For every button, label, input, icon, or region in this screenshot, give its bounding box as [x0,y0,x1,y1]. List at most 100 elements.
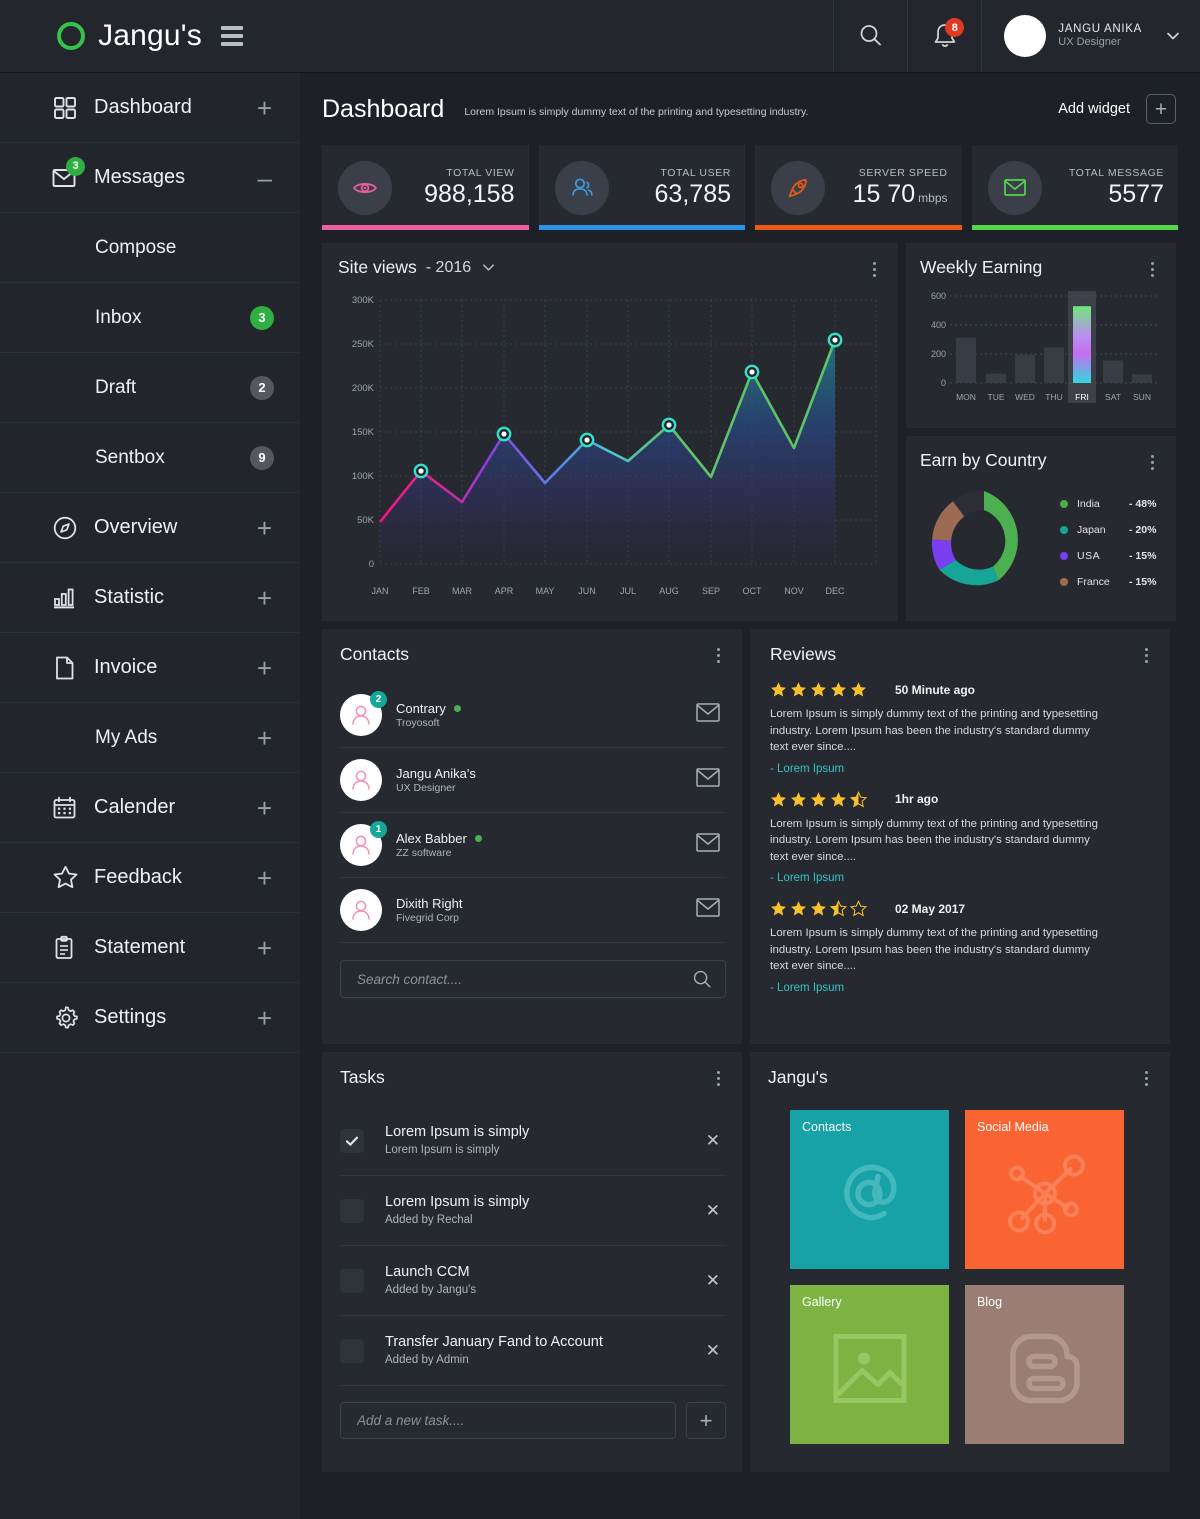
expand-toggle[interactable]: + [257,585,272,611]
expand-toggle[interactable]: + [257,865,272,891]
task-row[interactable]: Launch CCM Added by Jangu's ✕ [340,1246,726,1316]
svg-text:0: 0 [369,559,374,570]
contact-row[interactable]: 2 Contrary Troyosoft [340,683,726,748]
sidebar-item-my-ads[interactable]: My Ads + [0,703,300,773]
stat-card-total-view[interactable]: TOTAL VIEW 988,158 [322,145,529,230]
close-icon[interactable]: ✕ [706,1131,726,1151]
sidebar-item-messages[interactable]: 3 Messages – [0,143,300,213]
search-contact-box[interactable] [340,960,726,998]
panel-menu-button[interactable] [866,259,882,279]
expand-toggle[interactable]: + [257,935,272,961]
task-checkbox[interactable] [340,1198,364,1223]
task-checkbox[interactable] [340,1268,364,1293]
tile-social-media[interactable]: Social Media [965,1110,1124,1269]
stat-card-total-user[interactable]: TOTAL USER 63,785 [538,145,745,230]
expand-toggle[interactable]: + [257,95,272,121]
contact-row[interactable]: Dixith Right Fivegrid Corp [340,878,726,943]
panel-menu-button[interactable] [710,1068,726,1088]
legend-value: - 48% [1129,498,1157,510]
notifications-button[interactable]: 8 [907,0,981,72]
tile-blog[interactable]: Blog [965,1285,1124,1444]
rocket-icon [771,160,825,215]
search-icon[interactable] [691,968,713,990]
close-icon[interactable]: ✕ [706,1201,726,1221]
contact-badge: 2 [370,691,387,708]
chevron-down-icon[interactable] [480,259,497,276]
brand[interactable]: Jangu's [0,0,300,72]
reviews-panel: Reviews 50 Minute ago Lorem Ipsum is sim… [750,629,1170,1044]
add-task-input[interactable] [357,1413,659,1428]
envelope-icon[interactable] [696,898,722,922]
sidebar-item-draft[interactable]: Draft 2 [0,353,300,423]
legend-label: USA [1077,550,1101,562]
legend-item-india: India - 48% [1060,491,1162,517]
legend-label: France [1077,576,1110,588]
country-legend: India - 48% Japan - 20% USA - 15% France… [1060,491,1162,595]
sidebar-item-invoice[interactable]: Invoice + [0,633,300,703]
tile-label: Gallery [802,1295,842,1309]
envelope-icon[interactable] [696,703,722,727]
review-author[interactable]: - Lorem Ipsum [770,982,1152,994]
search-button[interactable] [833,0,907,72]
sidebar-item-label: My Ads [95,726,158,748]
expand-toggle[interactable]: + [257,725,272,751]
panel-menu-button[interactable] [1138,645,1154,665]
collapse-toggle[interactable]: – [258,165,272,191]
expand-toggle[interactable]: + [257,515,272,541]
star-icon [811,791,826,807]
search-contact-input[interactable] [357,971,691,987]
svg-text:MAR: MAR [452,586,473,596]
contact-row[interactable]: Jangu Anika's UX Designer [340,748,726,813]
panel-menu-button[interactable] [1144,259,1160,279]
sidebar-item-calender[interactable]: Calender + [0,773,300,843]
add-widget-button[interactable]: + [1146,94,1176,124]
sidebar-item-statistic[interactable]: Statistic + [0,563,300,633]
envelope-icon: 3 [52,156,85,190]
close-icon[interactable]: ✕ [706,1271,726,1291]
sidebar-item-compose[interactable]: Compose [0,213,300,283]
task-row[interactable]: Transfer January Fand to Account Added b… [340,1316,726,1386]
review-author[interactable]: - Lorem Ipsum [770,872,1152,884]
add-task-row: + [340,1402,726,1439]
sidebar-item-statement[interactable]: Statement + [0,913,300,983]
contact-row[interactable]: 1 Alex Babber ZZ software [340,813,726,878]
panel-menu-button[interactable] [1144,452,1160,472]
star-icon [771,901,786,916]
sidebar-item-feedback[interactable]: Feedback + [0,843,300,913]
hamburger-icon[interactable] [220,26,243,46]
svg-text:0: 0 [941,378,946,388]
stat-accent-bar [755,225,962,230]
task-checkbox[interactable] [340,1128,364,1153]
envelope-icon[interactable] [696,768,722,792]
expand-toggle[interactable]: + [257,655,272,681]
sidebar-item-settings[interactable]: Settings + [0,983,300,1053]
sidebar-item-dashboard[interactable]: Dashboard + [0,73,300,143]
close-icon[interactable]: ✕ [706,1341,726,1361]
stat-card-total-message[interactable]: TOTAL MESSAGE 5577 [971,145,1178,230]
tile-gallery[interactable]: Gallery [790,1285,949,1444]
panel-menu-button[interactable] [710,645,726,665]
task-row[interactable]: Lorem Ipsum is simply Added by Rechal ✕ [340,1176,726,1246]
panel-menu-button[interactable] [1138,1068,1154,1088]
task-row[interactable]: Lorem Ipsum is simply Lorem Ipsum is sim… [340,1106,726,1176]
expand-toggle[interactable]: + [257,1005,272,1031]
rating-stars [770,900,867,917]
add-task-field[interactable] [340,1402,676,1439]
task-checkbox[interactable] [340,1338,364,1363]
contact-org: ZZ software [396,846,452,859]
sidebar-item-inbox[interactable]: Inbox 3 [0,283,300,353]
expand-toggle[interactable]: + [257,795,272,821]
review-author[interactable]: - Lorem Ipsum [770,763,1152,775]
panel-title: Reviews [770,644,837,664]
sidebar-item-label: Draft [95,376,137,398]
add-widget-label[interactable]: Add widget [1058,101,1130,117]
sidebar-item-overview[interactable]: Overview + [0,493,300,563]
add-task-button[interactable]: + [686,1402,726,1439]
tile-contacts[interactable]: Contacts [790,1110,949,1269]
chevron-down-icon[interactable] [1164,27,1182,45]
stat-accent-bar [538,225,745,230]
envelope-icon[interactable] [696,833,722,857]
user-profile-menu[interactable]: JANGU ANIKA UX Designer [981,0,1200,72]
sidebar-item-sentbox[interactable]: Sentbox 9 [0,423,300,493]
stat-card-server-speed[interactable]: SERVER SPEED 15 70 mbps [755,145,962,230]
